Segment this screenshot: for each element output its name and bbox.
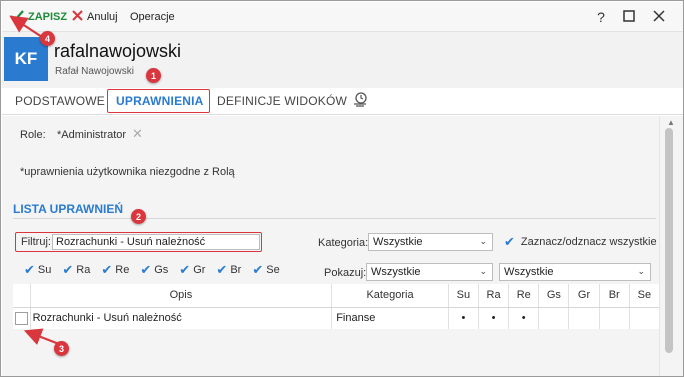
column-gs[interactable]: Gs bbox=[538, 284, 570, 308]
help-button[interactable]: ? bbox=[592, 8, 610, 26]
chevron-down-icon: ⌄ bbox=[637, 266, 645, 276]
cell-re: • bbox=[508, 307, 540, 329]
section-title: LISTA UPRAWNIEŃ bbox=[13, 202, 123, 216]
toolbar: ZAPISZ Anuluj Operacje ? bbox=[2, 2, 683, 32]
role-value: *Administrator bbox=[57, 129, 127, 141]
annotation-badge-3: 3 bbox=[54, 341, 69, 356]
category-select[interactable]: Wszystkie ⌄ bbox=[368, 233, 493, 251]
op-checkbox-re[interactable]: ✔ Re bbox=[101, 262, 129, 278]
role-note: *uprawnienia użytkownika niezgodne z Rol… bbox=[20, 166, 235, 178]
show-select[interactable]: Wszystkie ⌄ bbox=[366, 263, 493, 281]
column-gr[interactable]: Gr bbox=[568, 284, 600, 308]
column-se[interactable]: Se bbox=[629, 284, 661, 308]
operations-label: Operacje bbox=[130, 11, 175, 23]
cell-su: • bbox=[448, 307, 479, 329]
cell-br bbox=[599, 307, 630, 329]
filter-input[interactable] bbox=[52, 234, 260, 250]
tab-definicje-widokow[interactable]: DEFINICJE WIDOKÓW bbox=[217, 94, 347, 108]
user-login: rafalnawojowski bbox=[54, 41, 182, 61]
cell-kategoria: Finanse bbox=[331, 307, 449, 329]
cell-gr bbox=[568, 307, 600, 329]
tab-podstawowe[interactable]: PODSTAWOWE bbox=[15, 94, 105, 108]
vertical-scrollbar[interactable]: ▲ bbox=[659, 116, 683, 376]
filter-highlight-box: Filtruj: bbox=[15, 232, 262, 252]
remove-role-icon[interactable]: ✕ bbox=[132, 126, 143, 142]
category-label: Kategoria: bbox=[318, 237, 369, 249]
scrollbar-thumb[interactable] bbox=[665, 128, 673, 353]
table-row[interactable]: Rozrachunki - Usuń należność Finanse • •… bbox=[13, 307, 661, 329]
user-header: KF rafalnawojowski Rafał Nawojowski bbox=[2, 32, 683, 88]
show-label: Pokazuj: bbox=[324, 267, 367, 279]
checkmark-icon bbox=[10, 9, 24, 25]
tab-highlight-box bbox=[107, 89, 210, 113]
tab-bar: PODSTAWOWE UPRAWNIENIA DEFINICJE WIDOKÓW bbox=[2, 88, 683, 115]
row-checkbox[interactable] bbox=[14, 311, 28, 325]
annotation-badge-2: 2 bbox=[131, 209, 146, 224]
toggle-all-checkbox[interactable]: ✔ Zaznacz/odznacz wszystkie bbox=[504, 234, 657, 250]
close-icon bbox=[653, 9, 665, 25]
toggle-all-label: Zaznacz/odznacz wszystkie bbox=[520, 236, 657, 248]
cell-gs bbox=[538, 307, 570, 329]
column-ra[interactable]: Ra bbox=[478, 284, 510, 308]
table-header-row: Opis Kategoria Su Ra Re Gs Gr Br Se bbox=[13, 284, 661, 308]
save-button[interactable]: ZAPISZ bbox=[10, 9, 67, 25]
history-icon[interactable] bbox=[352, 91, 368, 110]
column-su[interactable]: Su bbox=[448, 284, 479, 308]
scroll-up-icon[interactable]: ▲ bbox=[667, 118, 675, 127]
close-x-icon bbox=[72, 10, 83, 24]
chevron-down-icon: ⌄ bbox=[479, 266, 487, 276]
window: ZAPISZ Anuluj Operacje ? KF rafalnawojow… bbox=[0, 0, 684, 377]
content-area: Role: *Administrator ✕ *uprawnienia użyt… bbox=[2, 116, 661, 376]
operations-menu[interactable]: Operacje bbox=[130, 9, 175, 25]
op-checkbox-se[interactable]: ✔ Se bbox=[252, 262, 279, 278]
cell-opis: Rozrachunki - Usuń należność bbox=[30, 307, 333, 329]
cancel-label: Anuluj bbox=[87, 11, 118, 23]
filter-label: Filtruj: bbox=[21, 236, 51, 248]
close-button[interactable] bbox=[650, 8, 668, 26]
annotation-badge-1: 1 bbox=[146, 68, 161, 83]
permissions-table: Opis Kategoria Su Ra Re Gs Gr Br Se Rozr… bbox=[13, 284, 661, 329]
column-br[interactable]: Br bbox=[599, 284, 630, 308]
column-re[interactable]: Re bbox=[508, 284, 540, 308]
show-select-secondary[interactable]: Wszystkie ⌄ bbox=[499, 263, 651, 281]
annotation-badge-4: 4 bbox=[40, 31, 55, 46]
checkmark-icon: ✔ bbox=[504, 234, 515, 249]
role-label: Role: bbox=[20, 129, 46, 141]
cell-se bbox=[629, 307, 661, 329]
op-checkbox-su[interactable]: ✔ Su bbox=[24, 262, 51, 278]
cancel-button[interactable]: Anuluj bbox=[72, 9, 118, 25]
operations-filter: ✔ Su ✔ Ra ✔ Re ✔ Gs ✔ Gr ✔ Br ✔ Se bbox=[24, 262, 291, 278]
user-full-name: Rafał Nawojowski bbox=[55, 66, 134, 77]
column-select bbox=[13, 284, 31, 308]
maximize-icon bbox=[623, 9, 635, 25]
maximize-button[interactable] bbox=[620, 8, 638, 26]
chevron-down-icon: ⌄ bbox=[479, 236, 487, 246]
cell-ra: • bbox=[478, 307, 510, 329]
op-checkbox-br[interactable]: ✔ Br bbox=[216, 262, 241, 278]
op-checkbox-gs[interactable]: ✔ Gs bbox=[140, 262, 168, 278]
column-kategoria[interactable]: Kategoria bbox=[331, 284, 449, 308]
op-checkbox-ra[interactable]: ✔ Ra bbox=[62, 262, 90, 278]
section-divider bbox=[13, 218, 656, 219]
save-label: ZAPISZ bbox=[28, 11, 68, 23]
column-opis[interactable]: Opis bbox=[30, 284, 333, 308]
op-checkbox-gr[interactable]: ✔ Gr bbox=[179, 262, 205, 278]
